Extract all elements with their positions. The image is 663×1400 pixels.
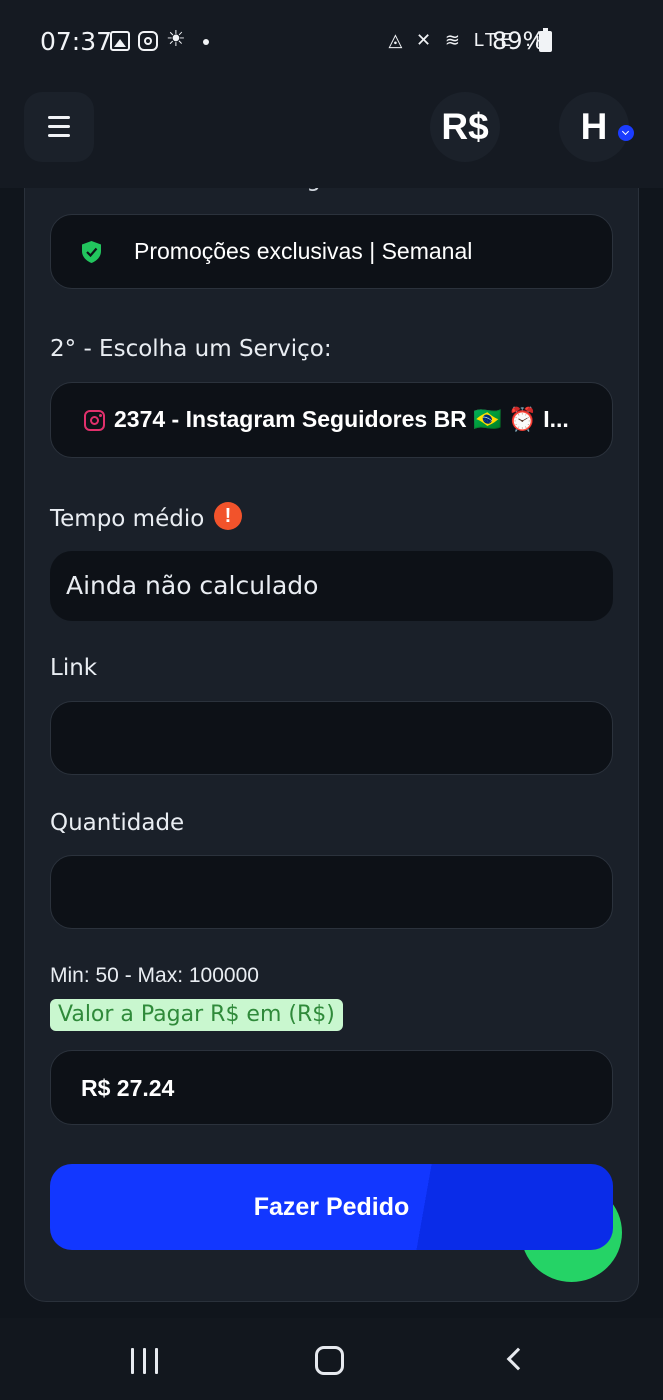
chevron-down-icon[interactable] (618, 125, 634, 141)
instagram-icon (84, 410, 105, 431)
link-field[interactable] (50, 701, 613, 775)
service-value: 2374 - Instagram Seguidores BR 🇧🇷 ⏰ I... (114, 406, 569, 432)
tempo-medio-box: Ainda não calculado (50, 551, 613, 621)
shield-check-icon (82, 241, 101, 263)
fazer-pedido-button[interactable]: Fazer Pedido (50, 1164, 613, 1250)
instagram-icon (138, 31, 158, 51)
status-bar: 07:37 ☀ ◬ ✕ ≋ LTE .ıl 89% (0, 0, 663, 80)
back-icon[interactable] (506, 1347, 530, 1371)
hamburger-menu-icon[interactable] (24, 92, 94, 162)
service-label: 2° - Escolha um Serviço: (50, 336, 332, 362)
link-input[interactable] (51, 702, 612, 774)
recent-apps-icon[interactable] (131, 1348, 159, 1374)
status-time: 07:37 (40, 27, 113, 56)
quantity-input[interactable] (51, 856, 612, 928)
home-icon[interactable] (315, 1346, 344, 1375)
service-select[interactable]: 2374 - Instagram Seguidores BR 🇧🇷 ⏰ I... (50, 382, 613, 458)
gallery-icon (110, 31, 130, 51)
price-field: R$ 27.24 (50, 1050, 613, 1125)
brightness-icon: ☀ (166, 26, 186, 51)
link-label: Link (50, 655, 98, 681)
avatar[interactable]: H (559, 92, 629, 162)
valor-badge: Valor a Pagar R$ em (R$) (50, 999, 343, 1031)
quantity-field[interactable] (50, 855, 613, 929)
app-header: R$ H (0, 80, 663, 188)
category-select[interactable]: Promoções exclusivas | Semanal (50, 214, 613, 289)
currency-button[interactable]: R$ (430, 92, 500, 162)
battery-percent: 89% (492, 27, 546, 55)
battery-icon (539, 28, 552, 52)
dot-icon (203, 39, 209, 45)
category-value: Promoções exclusivas | Semanal (134, 238, 473, 264)
tempo-label: Tempo médio (50, 506, 205, 532)
min-max-text: Min: 50 - Max: 100000 (50, 964, 259, 987)
alert-icon[interactable]: ! (214, 502, 242, 530)
quantity-label: Quantidade (50, 810, 185, 836)
system-nav-bar (0, 1318, 663, 1400)
price-value: R$ 27.24 (81, 1075, 175, 1101)
screen: 07:37 ☀ ◬ ✕ ≋ LTE .ıl 89% 1° - Escolha u… (0, 0, 663, 1400)
tempo-value: Ainda não calculado (66, 571, 319, 600)
